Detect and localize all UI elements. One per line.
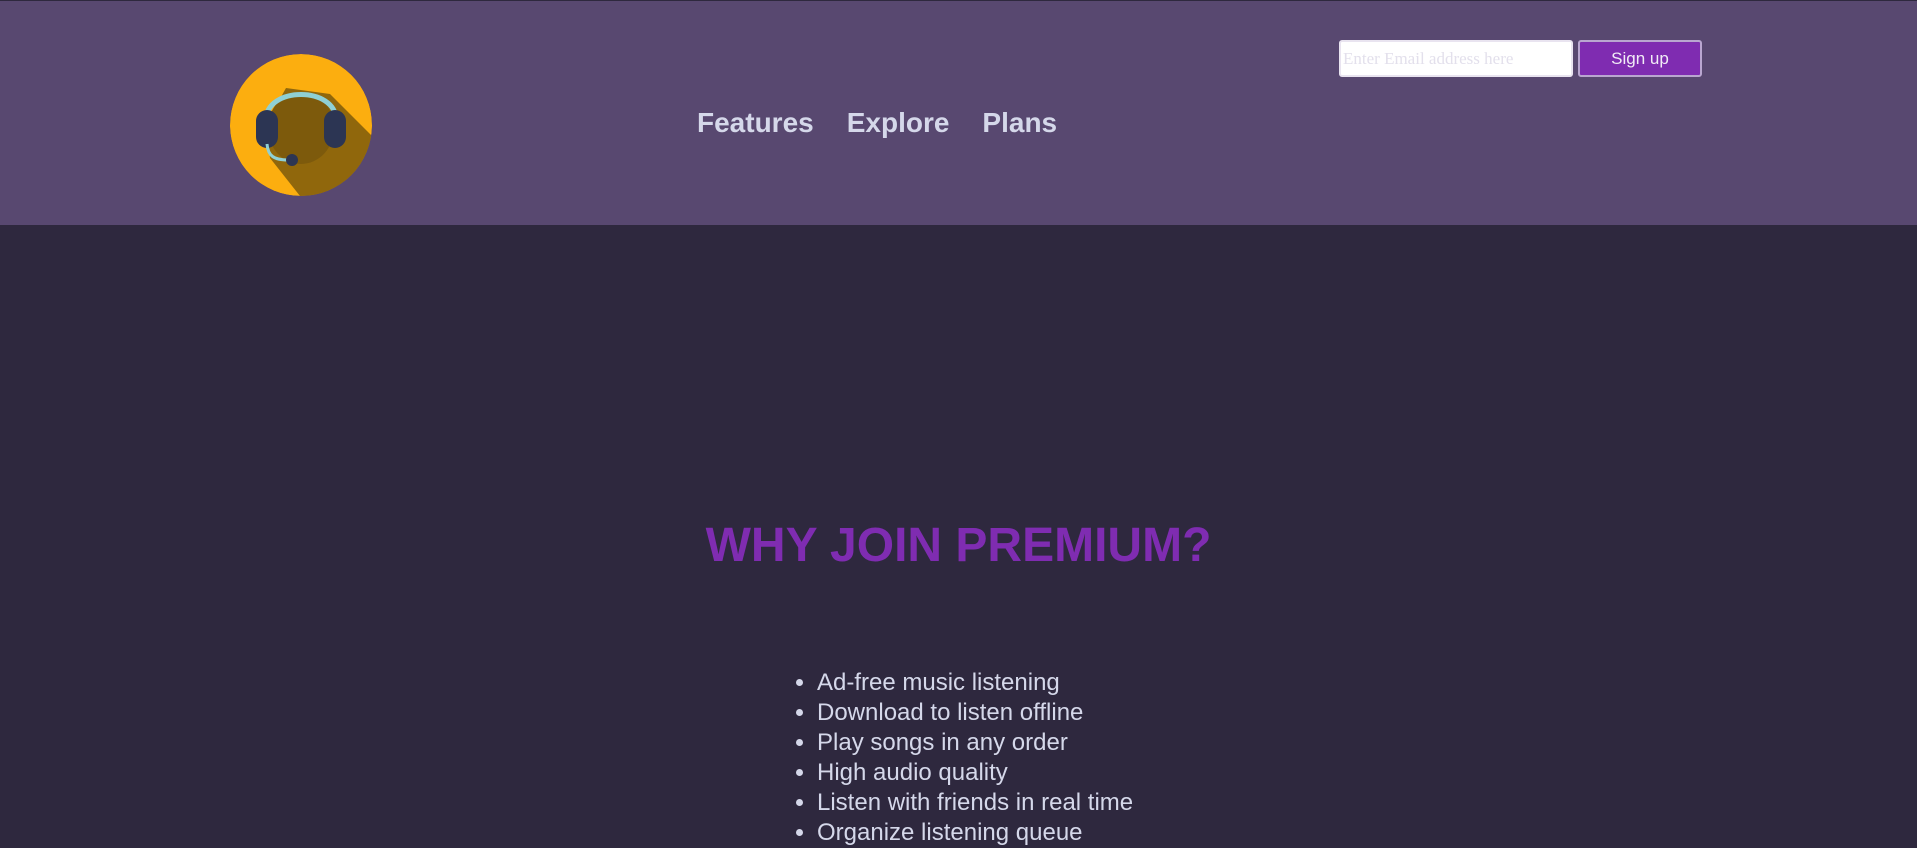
signup-form: Sign up [1339,40,1702,77]
list-item: Organize listening queue [817,818,1133,848]
list-item: Listen with friends in real time [817,788,1133,818]
logo[interactable] [230,54,372,196]
premium-benefits-list: Ad-free music listening Download to list… [797,668,1133,848]
page-title: WHY JOIN PREMIUM? [705,519,1212,572]
list-item: Ad-free music listening [817,668,1133,698]
main-nav: Features Explore Plans [697,106,1057,140]
nav-plans-link[interactable]: Plans [982,106,1057,140]
email-input[interactable] [1339,40,1573,77]
nav-features-link[interactable]: Features [697,106,814,140]
nav-explore-link[interactable]: Explore [847,106,950,140]
list-item: Download to listen offline [817,698,1133,728]
signup-button[interactable]: Sign up [1578,40,1702,77]
list-item: High audio quality [817,758,1133,788]
list-item: Play songs in any order [817,728,1133,758]
site-header: Features Explore Plans Sign up [0,0,1917,225]
headset-icon [230,54,372,196]
